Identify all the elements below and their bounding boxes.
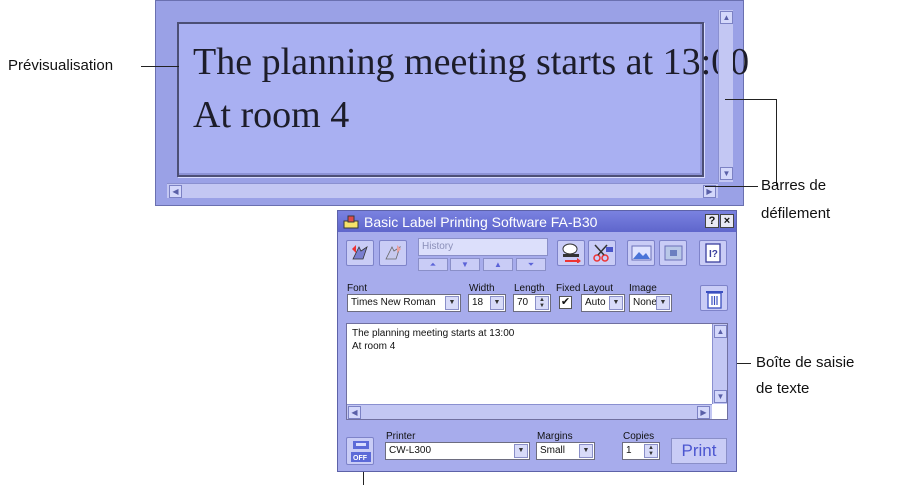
- font-value: Times New Roman: [351, 297, 436, 308]
- print-button[interactable]: Print: [671, 438, 727, 464]
- title-bar: Basic Label Printing Software FA-B30 ? ×: [338, 211, 736, 232]
- text-input-line-1: The planning meeting starts at 13:00: [352, 328, 515, 339]
- callout-scroll-line-bottom: [705, 186, 758, 187]
- help-button[interactable]: ?: [705, 214, 719, 228]
- preview-text-line-1: The planning meeting starts at 13:00: [193, 41, 750, 83]
- callout-scrollbars-2: défilement: [761, 205, 831, 222]
- history-forward-icon: [385, 245, 401, 260]
- margins-select[interactable]: Small ▼: [536, 442, 595, 460]
- printer-label: Printer: [386, 431, 416, 442]
- frame-icon: [664, 245, 683, 261]
- cut-tape-button[interactable]: [588, 240, 616, 266]
- length-value: 70: [517, 297, 529, 308]
- copies-value: 1: [626, 445, 632, 456]
- power-off-icon: OFF: [351, 441, 371, 462]
- chevron-down-icon[interactable]: ▼: [579, 444, 593, 458]
- chevron-down-icon[interactable]: ▼: [656, 296, 670, 310]
- trash-icon: [706, 291, 723, 309]
- margins-label: Margins: [537, 431, 573, 442]
- history-placeholder: History: [422, 241, 454, 252]
- text-input-box[interactable]: The planning meeting starts at 13:00 At …: [346, 323, 728, 420]
- copies-stepper[interactable]: 1 ▲ ▼: [622, 442, 660, 460]
- app-logo-icon: [343, 215, 359, 229]
- image-label: Image: [629, 283, 657, 294]
- frame-button[interactable]: [659, 240, 687, 266]
- fixed-label: Fixed: [556, 283, 581, 294]
- image-button[interactable]: [627, 240, 655, 266]
- chevron-down-icon[interactable]: ▼: [490, 296, 504, 310]
- width-label: Width: [469, 283, 495, 294]
- length-stepper[interactable]: 70 ▲ ▼: [513, 294, 551, 312]
- history-prev-icon[interactable]: ▲: [483, 258, 513, 271]
- redo-history-button[interactable]: [379, 240, 407, 266]
- scroll-down-icon[interactable]: ▼: [720, 167, 733, 180]
- callout-preview-line: [141, 66, 179, 67]
- callout-textbox-1: Boîte de saisie: [756, 354, 855, 371]
- layout-label: Layout: [583, 283, 614, 294]
- length-label: Length: [514, 283, 545, 294]
- font-label: Font: [347, 283, 368, 294]
- power-label: OFF: [353, 455, 368, 462]
- app-window: Basic Label Printing Software FA-B30 ? ×…: [337, 210, 737, 472]
- layout-select[interactable]: Auto ▼: [581, 294, 625, 312]
- font-select[interactable]: Times New Roman ▼: [347, 294, 461, 312]
- printer-select[interactable]: CW-L300 ▼: [385, 442, 530, 460]
- width-select[interactable]: 18 ▼: [468, 294, 506, 312]
- preview-horizontal-scrollbar[interactable]: ◀ ▶: [167, 183, 718, 198]
- chevron-down-icon[interactable]: ▼: [514, 444, 528, 458]
- history-next-icon[interactable]: ▼: [450, 258, 480, 271]
- clear-text-button[interactable]: [700, 285, 728, 311]
- callout-scrollbars-1: Barres de: [761, 177, 827, 194]
- callout-textbox-2: de texte: [756, 380, 810, 397]
- preview-canvas: The planning meeting starts at 13:00 At …: [177, 22, 749, 177]
- layout-value: Auto: [585, 297, 606, 308]
- callout-scroll-line-top: [725, 99, 777, 100]
- picture-icon: [631, 245, 652, 261]
- window-title: Basic Label Printing Software FA-B30: [364, 214, 598, 230]
- history-first-icon[interactable]: ⏶: [418, 258, 448, 271]
- close-button[interactable]: ×: [720, 214, 734, 228]
- settings-button[interactable]: I?: [699, 240, 727, 266]
- scroll-down-icon[interactable]: ▼: [714, 390, 727, 403]
- chevron-down-icon[interactable]: ▼: [445, 296, 459, 310]
- scroll-left-icon[interactable]: ◀: [169, 185, 182, 198]
- text-vertical-scrollbar[interactable]: ▲ ▼: [712, 324, 727, 404]
- settings-icon: I?: [705, 243, 721, 263]
- image-value: None: [633, 297, 657, 308]
- scissors-icon: [593, 244, 613, 262]
- scroll-left-icon[interactable]: ◀: [348, 406, 361, 419]
- text-input-line-2: At room 4: [352, 341, 396, 352]
- callout-scroll-line-vertical: [776, 99, 777, 186]
- spin-updown-icon[interactable]: ▲ ▼: [535, 296, 549, 310]
- text-horizontal-scrollbar[interactable]: ◀ ▶: [347, 404, 712, 419]
- margins-value: Small: [540, 445, 566, 456]
- spin-updown-icon[interactable]: ▲ ▼: [644, 444, 658, 458]
- printer-value: CW-L300: [389, 445, 432, 456]
- preview-vertical-scrollbar[interactable]: ▲ ▼: [718, 10, 733, 182]
- history-field[interactable]: History: [418, 238, 548, 256]
- callout-preview: Prévisualisation: [8, 57, 114, 74]
- undo-history-button[interactable]: [346, 240, 374, 266]
- history-back-icon: [352, 245, 368, 260]
- preview-text-line-2: At room 4: [193, 94, 350, 136]
- chevron-down-icon[interactable]: ▼: [609, 296, 623, 310]
- scroll-right-icon[interactable]: ▶: [697, 406, 710, 419]
- scroll-up-icon[interactable]: ▲: [720, 11, 733, 24]
- copies-label: Copies: [623, 431, 655, 442]
- scroll-up-icon[interactable]: ▲: [714, 325, 727, 338]
- svg-text:I?: I?: [709, 249, 718, 260]
- width-value: 18: [472, 297, 484, 308]
- fixed-checkbox[interactable]: ✔: [559, 296, 572, 309]
- feed-tape-button[interactable]: [557, 240, 585, 266]
- image-select[interactable]: None ▼: [629, 294, 672, 312]
- callout-power-line: [363, 470, 364, 485]
- power-button[interactable]: OFF: [346, 437, 374, 465]
- tape-feed-icon: [562, 243, 581, 263]
- history-last-icon[interactable]: ⏷: [516, 258, 546, 271]
